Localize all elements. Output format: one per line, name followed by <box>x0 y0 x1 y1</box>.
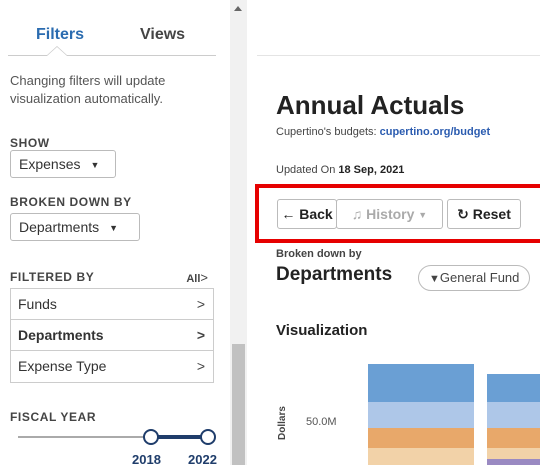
general-fund-label: General Fund <box>439 270 520 285</box>
general-fund-filter-pill[interactable]: ▼General Fund <box>418 265 531 291</box>
chevron-down-icon: ▼ <box>418 210 428 220</box>
budget-link[interactable]: cupertino.org/budget <box>380 126 491 138</box>
chevron-down-icon: ▼ <box>90 160 100 170</box>
active-tab-indicator <box>46 46 68 56</box>
filter-list: Funds > Departments > Expense Type > <box>10 288 214 383</box>
tab-views[interactable]: Views <box>140 26 185 44</box>
fiscal-year-end-value: 2022 <box>188 452 217 465</box>
broken-down-caption: Broken down by <box>276 248 362 260</box>
scrollbar-thumb[interactable] <box>232 344 245 465</box>
bar-segment-9 <box>487 459 540 465</box>
show-select[interactable]: Expenses ▼ <box>10 150 116 178</box>
tab-filters[interactable]: Filters <box>36 26 84 44</box>
filter-icon: ▼ <box>429 273 440 285</box>
bar-segment-3 <box>368 428 474 448</box>
fiscal-year-label: FISCAL YEAR <box>10 410 97 424</box>
back-button-label: ← Back <box>281 206 333 222</box>
header-divider <box>257 55 540 56</box>
budget-source: Cupertino's budgets: cupertino.org/budge… <box>276 126 490 138</box>
reset-button-label: Reset <box>472 206 511 222</box>
filter-item-label: Departments <box>18 327 104 343</box>
broken-down-by-label: BROKEN DOWN BY <box>10 195 132 209</box>
show-label: SHOW <box>10 136 50 150</box>
filtered-by-label: FILTERED BY <box>10 270 95 284</box>
fiscal-year-start-value: 2018 <box>132 452 161 465</box>
history-button-label: History <box>366 206 415 222</box>
reset-button[interactable]: ↻ Reset <box>447 199 521 229</box>
fiscal-year-start-handle[interactable] <box>143 429 159 445</box>
filter-item-label: Funds <box>18 296 57 312</box>
filter-item-funds[interactable]: Funds > <box>11 289 213 320</box>
filter-item-departments[interactable]: Departments > <box>11 320 213 351</box>
all-filters-link[interactable]: All> <box>186 270 208 285</box>
bar-segment-7 <box>487 428 540 448</box>
bar-segment-6 <box>487 402 540 428</box>
broken-down-value: Departments <box>276 264 393 285</box>
chevron-right-icon: > <box>200 270 208 285</box>
filter-item-label: Expense Type <box>18 358 107 374</box>
bar-segment-8 <box>487 448 540 459</box>
back-button[interactable]: ← Back <box>277 199 337 229</box>
broken-down-by-select[interactable]: Departments ▼ <box>10 213 140 241</box>
filter-item-expense-type[interactable]: Expense Type > <box>11 351 213 382</box>
chevron-down-icon: ▼ <box>109 223 119 233</box>
broken-down-by-value: Departments <box>19 219 100 235</box>
bar-segment-1 <box>368 364 474 402</box>
reset-icon: ↻ <box>457 206 469 222</box>
updated-on: Updated On 18 Sep, 2021 <box>276 164 404 176</box>
show-select-value: Expenses <box>19 156 81 172</box>
filters-note: Changing filters will update visualizati… <box>10 73 166 106</box>
bar-segment-2 <box>368 402 474 428</box>
chevron-right-icon: > <box>196 327 205 343</box>
all-link-label: All <box>186 273 201 285</box>
scroll-up-arrow-icon[interactable] <box>234 6 242 11</box>
visualization-title: Visualization <box>276 322 368 339</box>
page-title: Annual Actuals <box>276 90 465 120</box>
history-button[interactable]: ♫ History ▼ <box>336 199 443 229</box>
budget-source-prefix: Cupertino's budgets: <box>276 126 380 138</box>
history-icon: ♫ <box>351 206 363 222</box>
chevron-right-icon: > <box>196 358 205 374</box>
bar-segment-4 <box>368 448 474 465</box>
filters-sidebar: Filters Views Changing filters will upda… <box>0 0 230 465</box>
main-content: Annual Actuals Cupertino's budgets: cupe… <box>247 0 540 465</box>
sidebar-scrollbar[interactable] <box>230 0 247 465</box>
sidebar-tabs: Filters Views <box>8 0 216 56</box>
updated-date: 18 Sep, 2021 <box>338 164 405 176</box>
updated-prefix: Updated On <box>276 164 339 176</box>
fiscal-year-end-handle[interactable] <box>200 429 216 445</box>
bar-segment-5 <box>487 374 540 402</box>
chevron-right-icon: > <box>196 296 205 312</box>
y-axis-label: Dollars <box>277 406 288 440</box>
y-tick-label: 50.0M <box>306 416 337 428</box>
